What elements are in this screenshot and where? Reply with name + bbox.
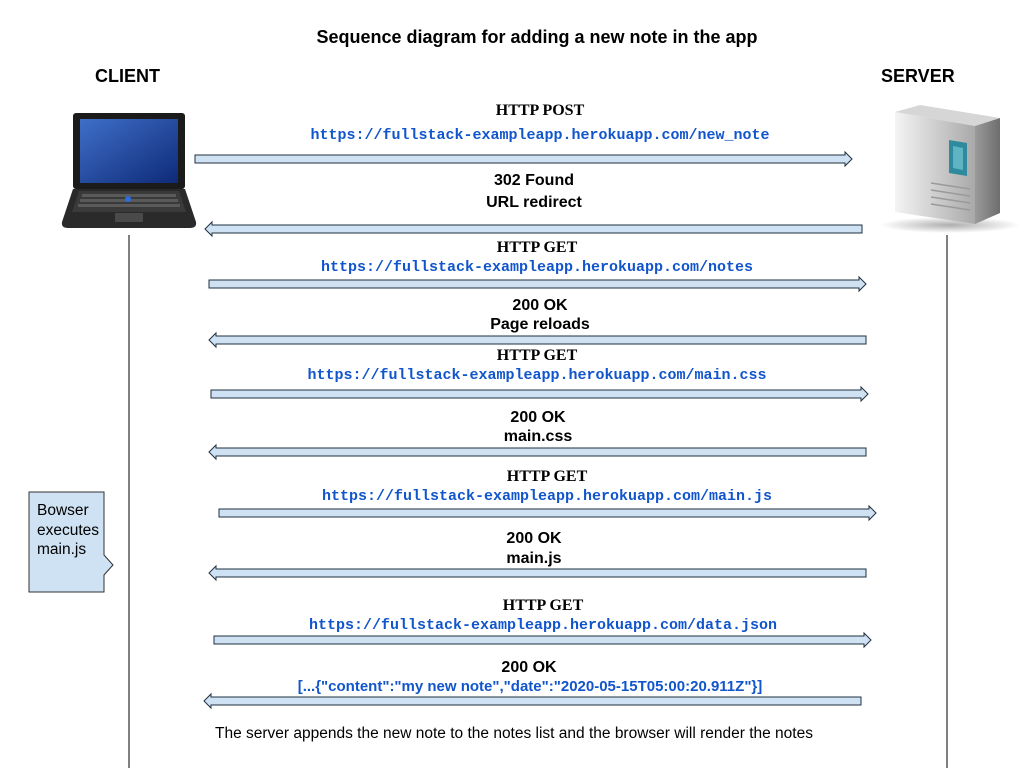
note-line-1: Bowser bbox=[37, 502, 89, 519]
message-1-url: https://fullstack-exampleapp.herokuapp.c… bbox=[310, 127, 770, 144]
message-2-detail: URL redirect bbox=[486, 194, 582, 211]
message-8-status: 200 OK bbox=[506, 530, 562, 547]
message-arrow-6 bbox=[208, 443, 867, 461]
message-6-detail: main.css bbox=[503, 428, 573, 445]
message-2-status: 302 Found bbox=[493, 172, 574, 189]
message-arrow-2 bbox=[204, 220, 863, 238]
message-5-method: HTTP GET bbox=[496, 347, 578, 364]
message-9-url: https://fullstack-exampleapp.herokuapp.c… bbox=[308, 617, 778, 634]
server-tower-icon bbox=[880, 105, 1020, 233]
note-line-2: executes bbox=[37, 522, 100, 539]
message-7-method: HTTP GET bbox=[506, 468, 588, 485]
message-6-status: 200 OK bbox=[510, 409, 566, 426]
message-4-detail: Page reloads bbox=[490, 316, 590, 333]
footer-caption: The server appends the new note to the n… bbox=[215, 725, 813, 742]
message-arrow-5 bbox=[210, 385, 869, 403]
message-10-status: 200 OK bbox=[501, 659, 557, 676]
message-5-url: https://fullstack-exampleapp.herokuapp.c… bbox=[307, 367, 767, 384]
note-line-3: main.js bbox=[37, 541, 87, 558]
message-arrow-3 bbox=[208, 275, 867, 293]
message-arrow-1 bbox=[194, 150, 853, 168]
message-9-method: HTTP GET bbox=[502, 597, 584, 614]
message-arrow-9 bbox=[213, 631, 872, 649]
message-8-detail: main.js bbox=[506, 550, 562, 567]
message-4-status: 200 OK bbox=[512, 297, 568, 314]
message-7-url: https://fullstack-exampleapp.herokuapp.c… bbox=[321, 488, 773, 505]
laptop-icon bbox=[61, 113, 197, 228]
message-1-method: HTTP POST bbox=[495, 102, 585, 119]
message-3-url: https://fullstack-exampleapp.herokuapp.c… bbox=[320, 259, 754, 276]
message-arrow-7 bbox=[218, 504, 877, 522]
message-arrow-4 bbox=[208, 331, 867, 349]
message-arrow-10 bbox=[203, 692, 862, 710]
message-10-payload: [...{"content":"my new note","date":"202… bbox=[297, 678, 763, 695]
message-3-method: HTTP GET bbox=[496, 239, 578, 256]
